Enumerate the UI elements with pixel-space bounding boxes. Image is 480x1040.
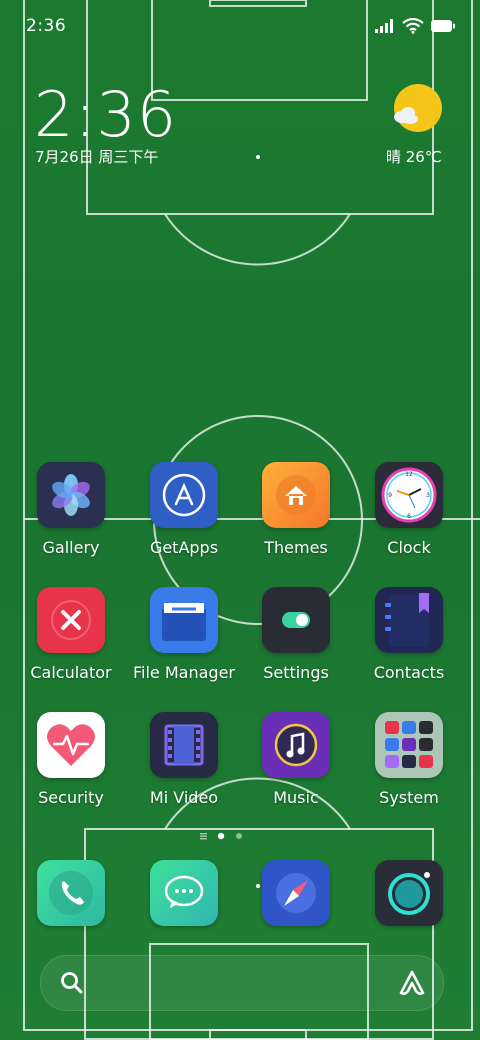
dock-browser[interactable] xyxy=(240,860,352,926)
app-gallery[interactable]: Gallery xyxy=(15,462,127,557)
wifi-icon xyxy=(402,18,424,34)
sun-cloud-icon[interactable] xyxy=(390,84,446,136)
status-time: 2:36 xyxy=(26,16,67,36)
svg-text:12: 12 xyxy=(405,471,413,478)
phone-icon xyxy=(37,860,105,926)
status-bar: 2:36 xyxy=(0,0,480,48)
svg-text:3: 3 xyxy=(426,492,430,499)
svg-text:9: 9 xyxy=(388,492,392,499)
assistant-icon[interactable] xyxy=(397,969,427,997)
camera-icon xyxy=(375,860,443,926)
dock-messages[interactable] xyxy=(128,860,240,926)
app-getapps[interactable]: GetApps xyxy=(128,462,240,557)
gallery-icon xyxy=(37,462,105,528)
dock-phone[interactable] xyxy=(15,860,127,926)
app-label: Mi Video xyxy=(149,788,219,807)
page-dot-current xyxy=(217,832,225,840)
signal-icon xyxy=(375,19,393,33)
app-label: System xyxy=(379,788,439,807)
app-label: Clock xyxy=(387,538,431,557)
app-label: Gallery xyxy=(42,538,100,557)
getapps-icon xyxy=(150,462,218,528)
app-security[interactable]: Security xyxy=(15,712,127,807)
mi-video-icon xyxy=(150,712,218,778)
calculator-icon xyxy=(37,587,105,653)
app-contacts[interactable]: Contacts xyxy=(353,587,465,682)
app-calculator[interactable]: Calculator xyxy=(15,587,127,682)
app-label: Calculator xyxy=(30,663,112,682)
app-themes[interactable]: Themes xyxy=(240,462,352,557)
clock-widget-date: 7月26日 周三下午 xyxy=(35,148,159,166)
app-label: Music xyxy=(273,788,319,807)
settings-icon xyxy=(262,587,330,653)
app-clock[interactable]: 12 3 6 9 Clock xyxy=(353,462,465,557)
folder-icon xyxy=(375,712,443,778)
app-music[interactable]: Music xyxy=(240,712,352,807)
app-settings[interactable]: Settings xyxy=(240,587,352,682)
app-label: Contacts xyxy=(373,663,445,682)
svg-text:6: 6 xyxy=(407,513,411,520)
app-mi-video[interactable]: Mi Video xyxy=(128,712,240,807)
page-dot-menu xyxy=(200,833,207,840)
page-indicator[interactable] xyxy=(198,830,258,842)
dock-camera[interactable] xyxy=(353,860,465,926)
app-folder-system[interactable]: System xyxy=(353,712,465,807)
file-manager-icon xyxy=(150,587,218,653)
browser-icon xyxy=(262,860,330,926)
app-label: Security xyxy=(38,788,104,807)
battery-icon xyxy=(431,20,455,32)
music-icon xyxy=(262,712,330,778)
clock-icon: 12 3 6 9 xyxy=(375,462,443,528)
search-icon[interactable] xyxy=(59,970,85,996)
weather-text: 晴 26℃ xyxy=(386,148,442,166)
security-icon xyxy=(37,712,105,778)
page-dot xyxy=(236,833,242,839)
app-label: GetApps xyxy=(149,538,219,557)
status-icons xyxy=(374,16,456,36)
themes-icon xyxy=(262,462,330,528)
app-file-manager[interactable]: File Manager xyxy=(128,587,240,682)
app-label: Themes xyxy=(264,538,328,557)
contacts-icon xyxy=(375,587,443,653)
app-label: File Manager xyxy=(133,663,235,682)
messages-icon xyxy=(150,860,218,926)
search-bar[interactable] xyxy=(40,955,444,1011)
clock-widget-time[interactable]: 2:36 xyxy=(34,78,177,151)
app-label: Settings xyxy=(263,663,329,682)
